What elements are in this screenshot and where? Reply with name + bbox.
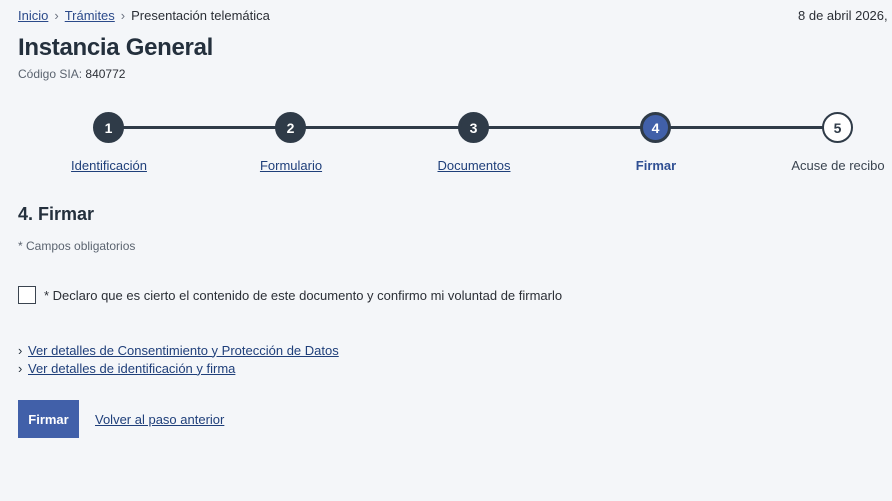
step-1-circle[interactable]: 1 bbox=[93, 112, 124, 143]
consent-row: * Declaro que es cierto el contenido de … bbox=[18, 286, 562, 304]
chevron-right-icon: › bbox=[120, 8, 126, 23]
consent-checkbox[interactable] bbox=[18, 286, 36, 304]
step-1-label[interactable]: Identificación bbox=[71, 158, 147, 173]
required-fields-note: * Campos obligatorios bbox=[18, 239, 136, 253]
consent-details-link[interactable]: Ver detalles de Consentimiento y Protecc… bbox=[28, 343, 339, 358]
step-4-label: Firmar bbox=[635, 158, 677, 173]
step-2-label[interactable]: Formulario bbox=[260, 158, 322, 173]
section-title: 4. Firmar bbox=[18, 204, 95, 224]
details-row-consent: › Ver detalles de Consentimiento y Prote… bbox=[18, 341, 339, 359]
breadcrumb: Inicio › Trámites › Presentación telemát… bbox=[18, 8, 270, 23]
sign-button[interactable]: Firmar bbox=[18, 400, 79, 438]
breadcrumb-link-inicio[interactable]: Inicio bbox=[18, 8, 48, 23]
step-5-label: Acuse de recibo bbox=[791, 158, 885, 173]
chevron-right-icon: › bbox=[18, 360, 23, 376]
step-3-label[interactable]: Documentos bbox=[438, 158, 511, 173]
sia-value: 840772 bbox=[85, 67, 126, 81]
details-links: › Ver detalles de Consentimiento y Prote… bbox=[18, 341, 339, 377]
breadcrumb-link-tramites[interactable]: Trámites bbox=[65, 8, 115, 23]
step-4-circle: 4 bbox=[640, 112, 671, 143]
progress-stepper: 1 2 3 4 5 Identificación Formulario Docu… bbox=[0, 108, 892, 178]
details-row-signature: › Ver detalles de identificación y firma bbox=[18, 359, 339, 377]
step-3-circle[interactable]: 3 bbox=[458, 112, 489, 143]
top-bar: Inicio › Trámites › Presentación telemát… bbox=[18, 8, 892, 26]
consent-label: * Declaro que es cierto el contenido de … bbox=[44, 287, 563, 303]
chevron-right-icon: › bbox=[54, 8, 59, 23]
sia-code: Código SIA: 840772 bbox=[18, 67, 125, 81]
breadcrumb-current: Presentación telemática bbox=[131, 8, 270, 23]
sia-label: Código SIA: bbox=[18, 67, 83, 81]
step-5-circle: 5 bbox=[822, 112, 853, 143]
signature-details-link[interactable]: Ver detalles de identificación y firma bbox=[28, 361, 235, 376]
form-actions: Firmar Volver al paso anterior bbox=[18, 400, 224, 438]
chevron-right-icon: › bbox=[18, 342, 23, 358]
page-title: Instancia General bbox=[18, 34, 213, 61]
step-2-circle[interactable]: 2 bbox=[275, 112, 306, 143]
previous-step-link[interactable]: Volver al paso anterior bbox=[95, 412, 224, 427]
current-date: 8 de abril 2026, 14 bbox=[798, 8, 892, 23]
